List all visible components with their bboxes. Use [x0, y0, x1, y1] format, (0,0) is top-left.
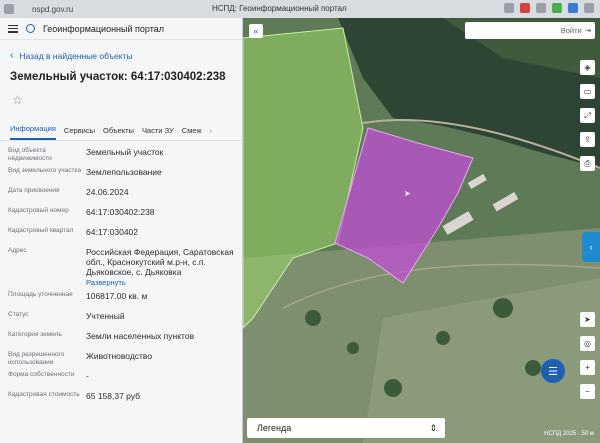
map-view[interactable]: « Войти ⇥ ◈ ▭ ⤢ ⇪ ⎙ ‹ ➤ ◎ + − ☰ ➤ Легенд…: [243, 18, 600, 443]
hamburger-icon[interactable]: [8, 24, 18, 33]
side-panel-tab[interactable]: ‹: [582, 232, 600, 262]
login-button[interactable]: Войти ⇥: [465, 22, 595, 39]
zoom-out-icon[interactable]: −: [580, 384, 595, 399]
tab-strip: Информация Сервисы Объекты Части ЗУ Смеж…: [0, 107, 242, 141]
tab-objects[interactable]: Объекты: [103, 126, 134, 140]
field-key: Площадь уточненная: [8, 291, 73, 298]
extension-icon[interactable]: [552, 3, 562, 13]
tab-parts[interactable]: Части ЗУ: [142, 126, 174, 140]
list-item: Площадь уточненная 106817.00 кв. м: [8, 291, 242, 308]
list-item: Кадастровая стоимость 65 158,37 руб: [8, 391, 242, 408]
layers-icon[interactable]: ◈: [580, 60, 595, 75]
legend-dropdown[interactable]: Легенда ⇕: [247, 418, 445, 438]
measure-icon[interactable]: ⤢: [580, 108, 595, 123]
mouse-cursor-icon: ➤: [404, 189, 411, 198]
extension-icon[interactable]: [504, 3, 514, 13]
browser-extensions: [504, 3, 594, 13]
field-value: Животноводство: [86, 351, 153, 361]
page-title: Земельный участок: 64:17:030402:238: [10, 71, 226, 83]
list-item: Адрес Российская Федерация, Саратовская …: [8, 247, 242, 288]
list-item: Кадастровый квартал 64:17:030402: [8, 227, 242, 244]
field-key: Дата присвоения: [8, 187, 60, 194]
app-title: Геоинформационный портал: [43, 23, 164, 34]
extension-icon[interactable]: [520, 3, 530, 13]
field-key: Статус: [8, 311, 29, 318]
lock-icon: [4, 4, 14, 14]
favorite-star-icon[interactable]: ☆: [0, 83, 242, 107]
menu-icon[interactable]: [584, 3, 594, 13]
tab-adjacent[interactable]: Смеж: [182, 126, 202, 140]
browser-address[interactable]: nspd.gov.ru: [0, 4, 73, 14]
field-key: Вид объекта недвижимости: [8, 147, 52, 162]
portal-logo-icon: [26, 24, 35, 33]
info-panel: Геоинформационный портал ‹ Назад в найде…: [0, 18, 243, 443]
field-key: Кадастровая стоимость: [8, 391, 80, 398]
login-icon: ⇥: [584, 26, 591, 35]
zoom-in-icon[interactable]: +: [580, 360, 595, 375]
list-item: Категория земель Земли населенных пункто…: [8, 331, 242, 348]
field-value: 24.06.2024: [86, 187, 129, 197]
legend-label: Легенда: [257, 423, 292, 433]
attribute-list: Вид объекта недвижимости Земельный участ…: [0, 141, 242, 408]
browser-url[interactable]: nspd.gov.ru: [32, 5, 73, 14]
list-item: Дата присвоения 24.06.2024: [8, 187, 242, 204]
field-key: Кадастровый квартал: [8, 227, 74, 234]
map-nav-tools: ➤ ◎ + −: [580, 312, 596, 399]
chat-button[interactable]: ☰: [541, 359, 565, 383]
list-item: Статус Учтенный: [8, 311, 242, 328]
map-toolbar: ◈ ▭ ⤢ ⇪ ⎙: [580, 60, 596, 171]
field-key: Форма собственности: [8, 371, 75, 378]
field-key: Вид земельного участка: [8, 167, 82, 174]
chevron-left-icon: ‹: [10, 50, 14, 61]
address-text: Российская Федерация, Саратовская обл., …: [86, 247, 234, 277]
field-value: Учтенный: [86, 311, 125, 321]
field-value: 106817.00 кв. м: [86, 291, 148, 301]
back-link-label: Назад в найденные объекты: [19, 50, 133, 61]
list-item: Кадастровый номер 64:17:030402:238: [8, 207, 242, 224]
field-key: Категория земель: [8, 331, 62, 338]
target-icon[interactable]: ◎: [580, 336, 595, 351]
chevron-updown-icon: ⇕: [429, 422, 437, 433]
tab-services[interactable]: Сервисы: [64, 126, 95, 140]
expand-link[interactable]: Развернуть: [86, 278, 236, 288]
chevron-right-icon[interactable]: ›: [209, 126, 212, 140]
field-value: Земельный участок: [86, 147, 164, 157]
collapse-panel-button[interactable]: «: [249, 24, 263, 38]
back-link[interactable]: ‹ Назад в найденные объекты: [0, 40, 242, 61]
list-item: Вид разрешенного использования Животново…: [8, 351, 242, 368]
login-label: Войти: [560, 26, 582, 35]
window-title: НСПД: Геоинформационный портал: [212, 4, 347, 13]
field-value: 65 158,37 руб: [86, 391, 141, 401]
list-item: Вид объекта недвижимости Земельный участ…: [8, 147, 242, 164]
field-value: Землепользование: [86, 167, 162, 177]
field-value: Российская Федерация, Саратовская обл., …: [86, 247, 242, 288]
panel-header: Геоинформационный портал: [0, 18, 242, 40]
list-item: Форма собственности -: [8, 371, 242, 388]
share-icon[interactable]: ⇪: [580, 132, 595, 147]
field-key: Вид разрешенного использования: [8, 351, 65, 366]
extension-icon[interactable]: [536, 3, 546, 13]
field-value: 64:17:030402: [86, 227, 138, 237]
basemap-icon[interactable]: ▭: [580, 84, 595, 99]
list-item: Вид земельного участка Землепользование: [8, 167, 242, 184]
print-icon[interactable]: ⎙: [580, 156, 595, 171]
tab-info[interactable]: Информация: [10, 124, 56, 140]
locate-icon[interactable]: ➤: [580, 312, 595, 327]
field-value: -: [86, 371, 89, 381]
field-value: Земли населенных пунктов: [86, 331, 195, 341]
field-key: Кадастровый номер: [8, 207, 69, 214]
extension-icon[interactable]: [568, 3, 578, 13]
scale-bar: НСПД 2025 · 50 м: [544, 431, 594, 437]
field-value: 64:17:030402:238: [86, 207, 155, 217]
browser-tab-bar: nspd.gov.ru НСПД: Геоинформационный порт…: [0, 0, 600, 18]
field-key: Адрес: [8, 247, 27, 254]
